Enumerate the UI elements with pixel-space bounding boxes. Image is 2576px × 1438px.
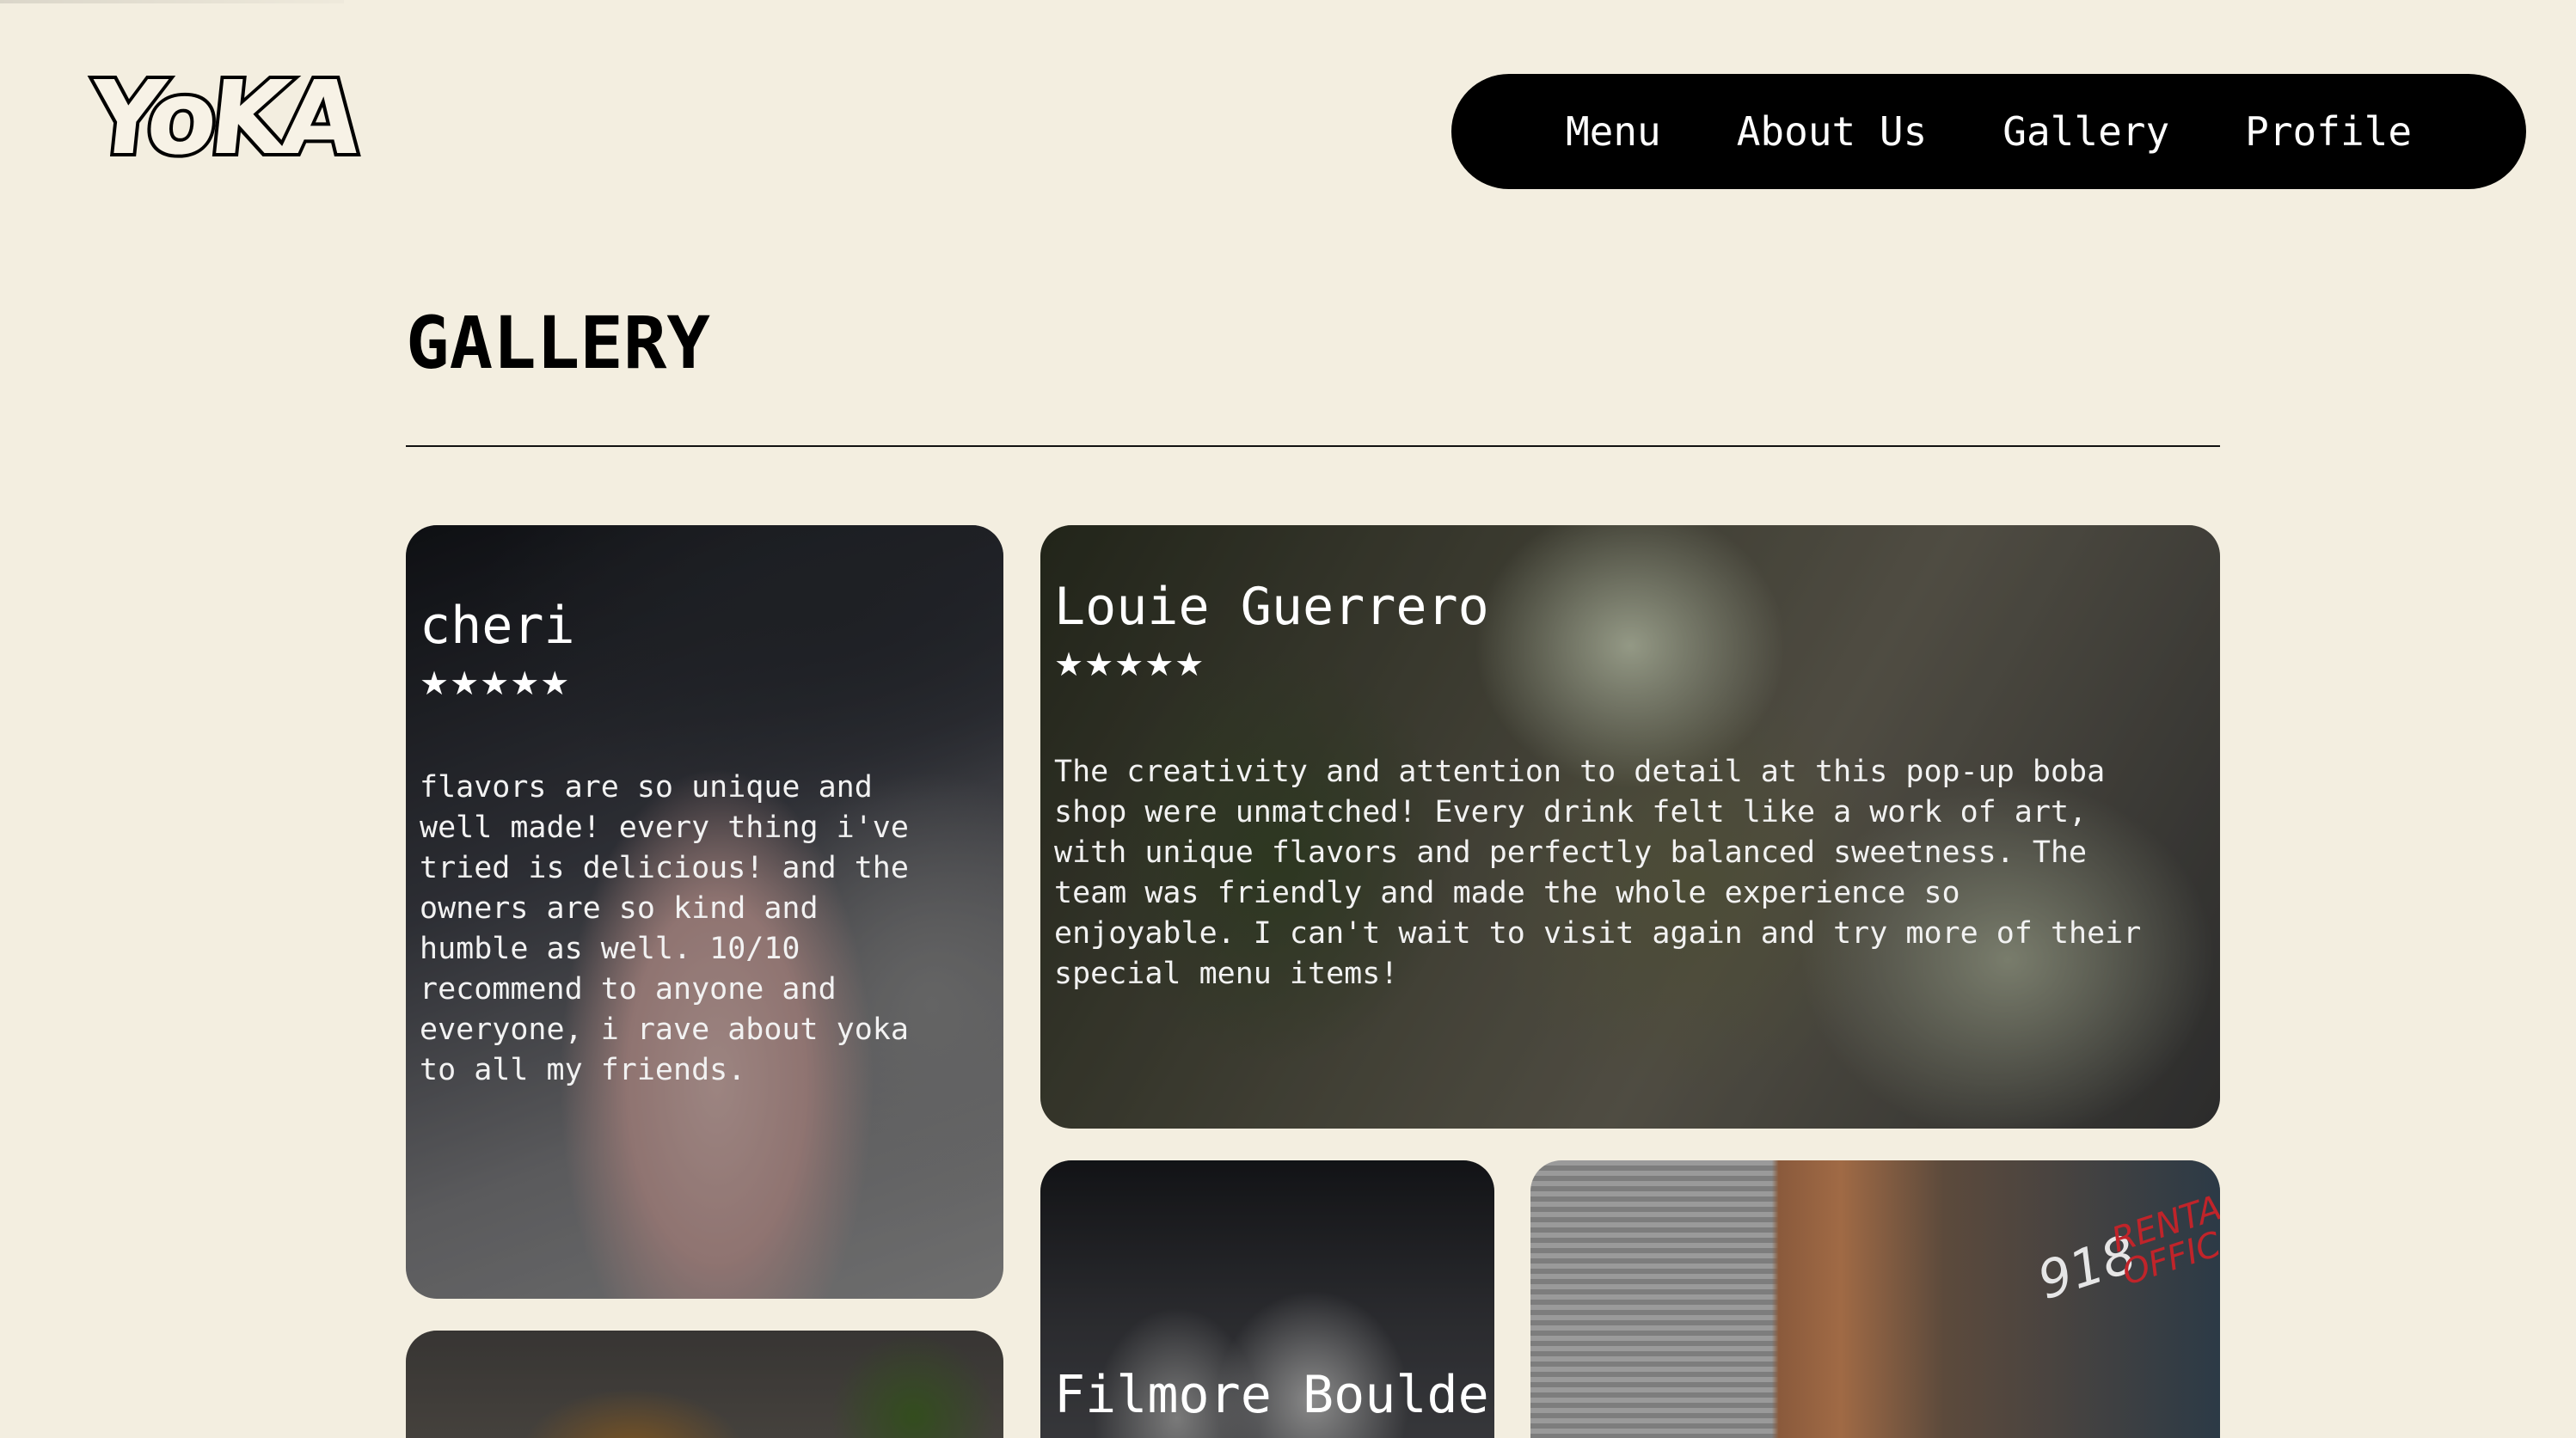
- review-card-filmore-bouldes[interactable]: Filmore Bouldes: [1040, 1160, 1494, 1438]
- star-rating: ★★★★★: [1054, 646, 1205, 683]
- nav-profile-link[interactable]: Profile: [2245, 108, 2412, 155]
- main-nav: Menu About Us Gallery Profile: [1451, 74, 2526, 189]
- nav-about-us-link[interactable]: About Us: [1737, 108, 1928, 155]
- review-text: The creativity and attention to detail a…: [1054, 755, 2142, 991]
- reviewer-name: Louie Guerrero: [1054, 577, 1489, 637]
- yoka-logo[interactable]: YoKA: [81, 55, 364, 181]
- page-title: GALLERY: [406, 301, 711, 385]
- page: YoKA Menu About Us Gallery Profile GALLE…: [0, 0, 2576, 1438]
- title-divider: [406, 445, 2220, 447]
- reviewer-name: cheri: [420, 596, 575, 656]
- review-text: flavors are so unique and well made! eve…: [420, 770, 909, 1087]
- nav-menu-link[interactable]: Menu: [1566, 108, 1661, 155]
- review-card-cheri[interactable]: cheri ★★★★★ flavors are so unique and we…: [406, 525, 1003, 1299]
- star-rating: ★★★★★: [420, 664, 571, 702]
- gallery-card-storefront[interactable]: 918 RENTAL OFFICE: [1530, 1160, 2220, 1438]
- nav-gallery-link[interactable]: Gallery: [2003, 108, 2169, 155]
- review-card-louie-guerrero[interactable]: Louie Guerrero ★★★★★ The creativity and …: [1040, 525, 2220, 1129]
- photo-overlay: [406, 1331, 1003, 1438]
- storefront-photo: [1530, 1160, 2220, 1438]
- top-shadow: [0, 0, 344, 3]
- reviewer-name: Filmore Bouldes: [1054, 1365, 1494, 1425]
- gallery-card-lounge[interactable]: [406, 1331, 1003, 1438]
